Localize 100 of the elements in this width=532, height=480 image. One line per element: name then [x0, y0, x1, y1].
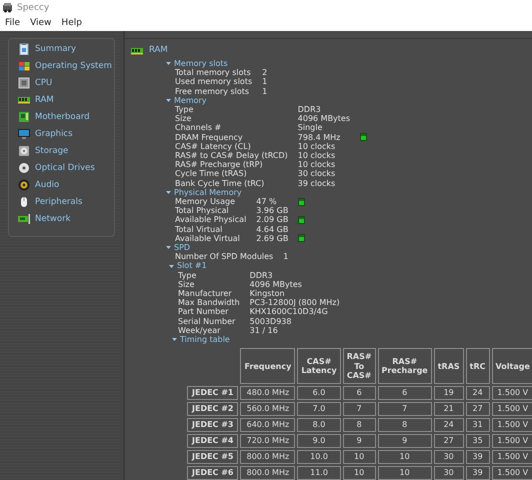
table-cell: 6	[378, 386, 432, 400]
property-label: Max Bandwidth	[178, 298, 240, 308]
property-value: 47 %	[256, 197, 278, 206]
section-title[interactable]: Slot #1	[177, 261, 207, 271]
table-cell: 9	[342, 434, 376, 448]
section-title[interactable]: SPD	[174, 243, 190, 252]
property-value: 4.64 GB	[256, 224, 288, 234]
clipboard-icon	[18, 43, 30, 55]
property-value: Kingston	[250, 289, 286, 298]
table-cell: 10	[342, 466, 376, 480]
property-label: Size	[175, 114, 192, 124]
gauge-icon	[360, 133, 368, 142]
chip-icon	[18, 77, 30, 89]
property-value: 2	[262, 68, 268, 78]
property-label: Cycle Time (tRAS)	[175, 169, 248, 179]
sidebar-item[interactable]: Motherboard	[35, 112, 90, 122]
property-value: 30 clocks	[298, 169, 336, 179]
property-value: 4096 MBytes	[250, 280, 303, 290]
table-cell: 1.500 V	[492, 434, 532, 448]
row-header: JEDEC #6	[187, 466, 238, 480]
property-label: Type	[175, 105, 194, 114]
table-cell: 11.0	[297, 466, 341, 480]
property-value: 31 / 16	[250, 326, 279, 336]
property-label: Memory Usage	[175, 197, 236, 206]
table-cell: 35	[466, 434, 490, 448]
property-value: PC3-12800J (800 MHz)	[250, 298, 340, 308]
speaker-icon	[18, 179, 30, 191]
collapse-arrow-icon[interactable]	[171, 336, 178, 344]
property-label: Size	[178, 280, 194, 290]
table-cell: 560.0 MHz	[240, 402, 296, 416]
table-cell: 9	[378, 434, 432, 448]
property-label: Type	[178, 270, 198, 280]
table-cell: 1.500 V	[492, 386, 532, 400]
table-cell: 19	[434, 386, 464, 400]
table-cell: 30	[434, 450, 464, 464]
circuit-board-icon	[18, 111, 30, 123]
sidebar-item[interactable]: Audio	[35, 180, 60, 190]
property-value: 4096 MBytes	[298, 114, 350, 124]
property-label: Total memory slots	[175, 68, 252, 78]
mouse-icon	[18, 196, 30, 208]
table-cell: 39	[466, 450, 490, 464]
property-label: Manufacturer	[178, 289, 233, 298]
hard-drive-icon	[18, 145, 30, 157]
sidebar-item[interactable]: Optical Drives	[35, 163, 95, 173]
column-header: tRAS	[434, 348, 464, 384]
property-label: Total Virtual	[175, 224, 224, 234]
sidebar-item[interactable]: Operating System	[35, 61, 112, 71]
column-header: tRC	[466, 348, 490, 384]
property-value: 10 clocks	[298, 160, 336, 170]
property-value: 1	[283, 252, 288, 262]
property-value: 10 clocks	[298, 151, 336, 160]
table-cell: 24	[434, 418, 464, 432]
property-value: 1	[262, 77, 268, 87]
property-value: 2.09 GB	[256, 215, 288, 225]
row-header: JEDEC #5	[187, 450, 238, 464]
collapse-arrow-icon[interactable]	[168, 262, 175, 270]
sidebar-item[interactable]: Network	[35, 214, 70, 224]
property-value: Single	[298, 123, 324, 133]
collapse-arrow-icon[interactable]	[165, 188, 172, 196]
menu-item[interactable]: Help	[61, 18, 82, 28]
table-cell: 7.0	[297, 402, 341, 416]
property-value: 2.69 GB	[256, 234, 288, 244]
table-cell: 720.0 MHz	[240, 434, 296, 448]
property-value: 39 clocks	[298, 178, 336, 188]
section-title[interactable]: Memory	[174, 96, 207, 106]
sidebar-item[interactable]: Peripherals	[35, 197, 82, 207]
sidebar-item[interactable]: CPU	[35, 78, 52, 88]
property-value: DDR3	[250, 270, 274, 280]
menu-item[interactable]: View	[30, 18, 52, 28]
property-label: Total Physical	[175, 206, 229, 216]
collapse-arrow-icon[interactable]	[165, 96, 172, 104]
sidebar-item[interactable]: Graphics	[35, 129, 73, 139]
table-cell: 39	[466, 466, 490, 480]
row-header: JEDEC #3	[187, 418, 238, 432]
collapse-arrow-icon[interactable]	[165, 60, 172, 68]
section-title[interactable]: Timing table	[180, 335, 230, 344]
property-label: Available Physical	[175, 215, 246, 225]
table-cell: 27	[434, 434, 464, 448]
property-value: KHX1600C10D3/4G	[250, 307, 329, 317]
memory-stick-icon	[18, 94, 30, 106]
windows-flag-icon	[18, 60, 30, 72]
property-value: DDR3	[298, 105, 322, 114]
property-label: Part Number	[178, 307, 230, 317]
app-icon	[2, 2, 13, 13]
sidebar-item[interactable]: RAM	[35, 95, 54, 105]
column-header: RAS# Precharge	[378, 348, 432, 384]
table-cell: 10	[342, 450, 376, 464]
property-value: 798.4 MHz	[298, 132, 342, 142]
collapse-arrow-icon[interactable]	[165, 244, 172, 252]
column-header: CAS# Latency	[297, 348, 341, 384]
menu-item[interactable]: File	[5, 18, 20, 28]
section-title[interactable]: Physical Memory	[174, 188, 242, 198]
table-cell: 27	[466, 402, 490, 416]
table-cell: 30	[434, 466, 464, 480]
sidebar-item[interactable]: Summary	[35, 44, 76, 54]
section-title[interactable]: Memory slots	[174, 59, 228, 68]
table-cell: 8	[342, 418, 376, 432]
sidebar-item[interactable]: Storage	[35, 146, 68, 156]
property-label: Serial Number	[178, 316, 236, 326]
property-value: 10 clocks	[298, 142, 336, 152]
